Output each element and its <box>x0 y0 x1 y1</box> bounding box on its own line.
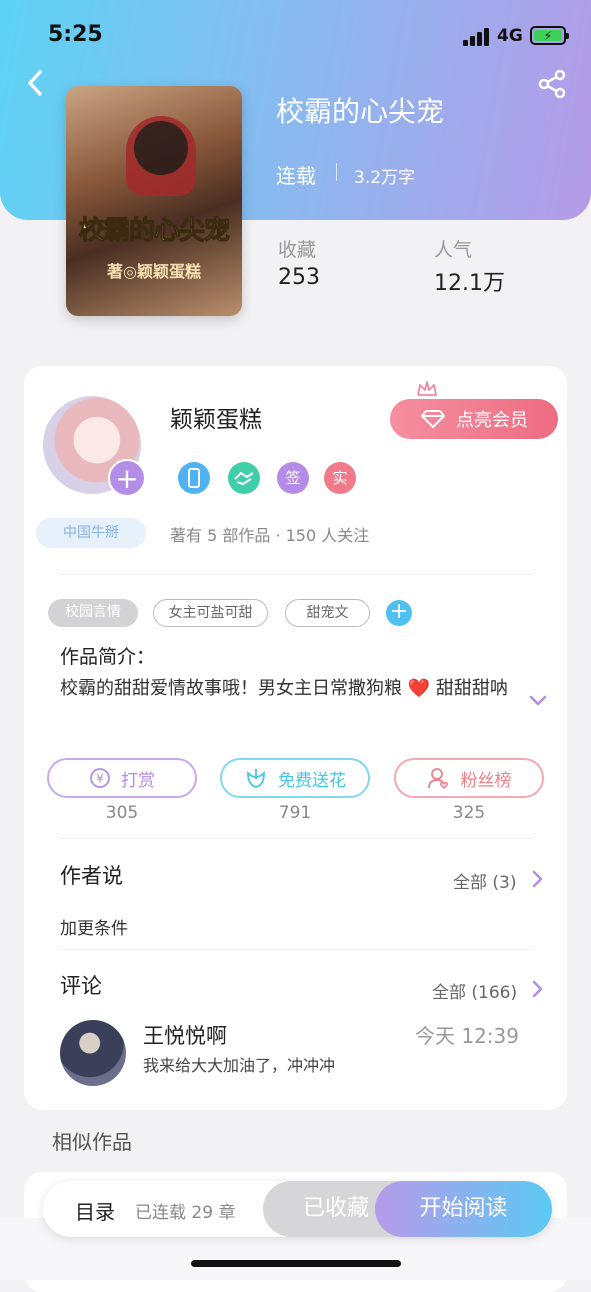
real-medal-icon[interactable]: 实 <box>324 462 356 494</box>
word-count: 3.2万字 <box>354 168 416 188</box>
author-name[interactable]: 颖颖蛋糕 <box>170 400 262 434</box>
commenter-avatar[interactable] <box>60 1020 126 1086</box>
cover-title: 校霸的心尖宠 <box>78 216 230 247</box>
phone-medal-icon[interactable] <box>178 462 210 494</box>
divider <box>60 574 532 575</box>
yen-icon: ¥ <box>90 768 110 788</box>
reward-button[interactable]: ¥ 打赏 <box>47 758 197 798</box>
divider <box>60 949 532 950</box>
fan-rank-label: 粉丝榜 <box>460 770 512 791</box>
start-reading-button[interactable]: 开始阅读 <box>375 1181 552 1237</box>
svg-text:¥: ¥ <box>96 772 104 786</box>
status-bar: 5:25 4G ⚡ <box>0 0 591 70</box>
follow-plus-icon[interactable]: + <box>108 459 146 497</box>
intro-title: 作品简介： <box>60 646 156 668</box>
add-tag-button[interactable]: + <box>386 600 412 626</box>
cover-illustration <box>126 116 196 196</box>
tag-campus[interactable]: 校园言情 <box>48 599 138 627</box>
chevron-down-icon[interactable] <box>528 694 548 708</box>
divider <box>336 163 337 181</box>
send-flower-label: 免费送花 <box>278 770 346 791</box>
sign-medal-icon[interactable]: 签 <box>277 462 309 494</box>
send-flower-button[interactable]: 免费送花 <box>220 758 370 798</box>
battery-icon: ⚡ <box>530 26 569 45</box>
chevron-right-icon[interactable] <box>531 870 543 888</box>
stat-value-favorites: 253 <box>278 265 320 290</box>
author-badge: 中国牛掰 <box>36 518 146 548</box>
crown-icon <box>417 381 437 396</box>
status-time: 5:25 <box>48 22 103 47</box>
fan-icon <box>427 768 448 790</box>
intro-text: 校霸的甜甜爱情故事哦！男女主日常撒狗粮 ❤️ 甜甜甜呐 <box>60 678 508 699</box>
toc-button[interactable]: 目录 <box>75 1196 115 1225</box>
network-label: 4G <box>497 26 523 46</box>
similar-works-title: 相似作品 <box>52 1130 132 1154</box>
author-says-content[interactable]: 加更条件 <box>60 914 128 939</box>
comment-text[interactable]: 我来给大大加油了，冲冲冲 <box>143 1052 335 1076</box>
stat-label-popularity: 人气 <box>434 239 473 261</box>
diamond-icon <box>421 410 445 428</box>
back-icon[interactable] <box>22 66 50 100</box>
vip-label: 点亮会员 <box>456 410 528 431</box>
book-title: 校霸的心尖宠 <box>276 95 445 128</box>
book-cover[interactable]: 校霸的心尖宠 著◎颖颖蛋糕 <box>66 86 242 316</box>
chapter-count: 已连载 29 章 <box>135 1203 236 1223</box>
commenter-name[interactable]: 王悦悦啊 <box>143 1020 227 1050</box>
signal-icon <box>463 28 491 46</box>
comment-time: 今天 12:39 <box>415 1024 519 1048</box>
bottom-action-bar: 目录 已连载 29 章 已收藏 开始阅读 <box>43 1181 552 1237</box>
flower-count: 791 <box>278 803 312 823</box>
tag-sweet[interactable]: 甜宠文 <box>285 599 370 627</box>
stat-value-popularity: 12.1万 <box>434 271 505 296</box>
vip-button[interactable]: 点亮会员 <box>390 399 558 439</box>
comments-more[interactable]: 全部 (166) <box>432 978 517 1003</box>
handshake-medal-icon[interactable] <box>228 462 260 494</box>
reward-label: 打赏 <box>121 770 155 791</box>
author-says-title: 作者说 <box>60 864 123 888</box>
fan-rank-button[interactable]: 粉丝榜 <box>394 758 544 798</box>
flower-icon <box>247 769 265 788</box>
share-icon[interactable] <box>536 68 568 100</box>
divider <box>60 838 532 839</box>
home-indicator[interactable] <box>191 1260 401 1267</box>
stat-label-favorites: 收藏 <box>278 239 317 261</box>
cover-author: 著◎颖颖蛋糕 <box>107 262 201 281</box>
tag-heroine[interactable]: 女主可盐可甜 <box>153 599 268 627</box>
author-meta: 著有 5 部作品 · 150 人关注 <box>170 526 370 545</box>
reward-count: 305 <box>105 803 139 823</box>
author-says-more[interactable]: 全部 (3) <box>453 868 516 893</box>
comments-title: 评论 <box>60 974 102 998</box>
chevron-right-icon[interactable] <box>531 980 543 998</box>
book-status: 连载 <box>276 164 316 188</box>
fan-count: 325 <box>452 803 486 823</box>
